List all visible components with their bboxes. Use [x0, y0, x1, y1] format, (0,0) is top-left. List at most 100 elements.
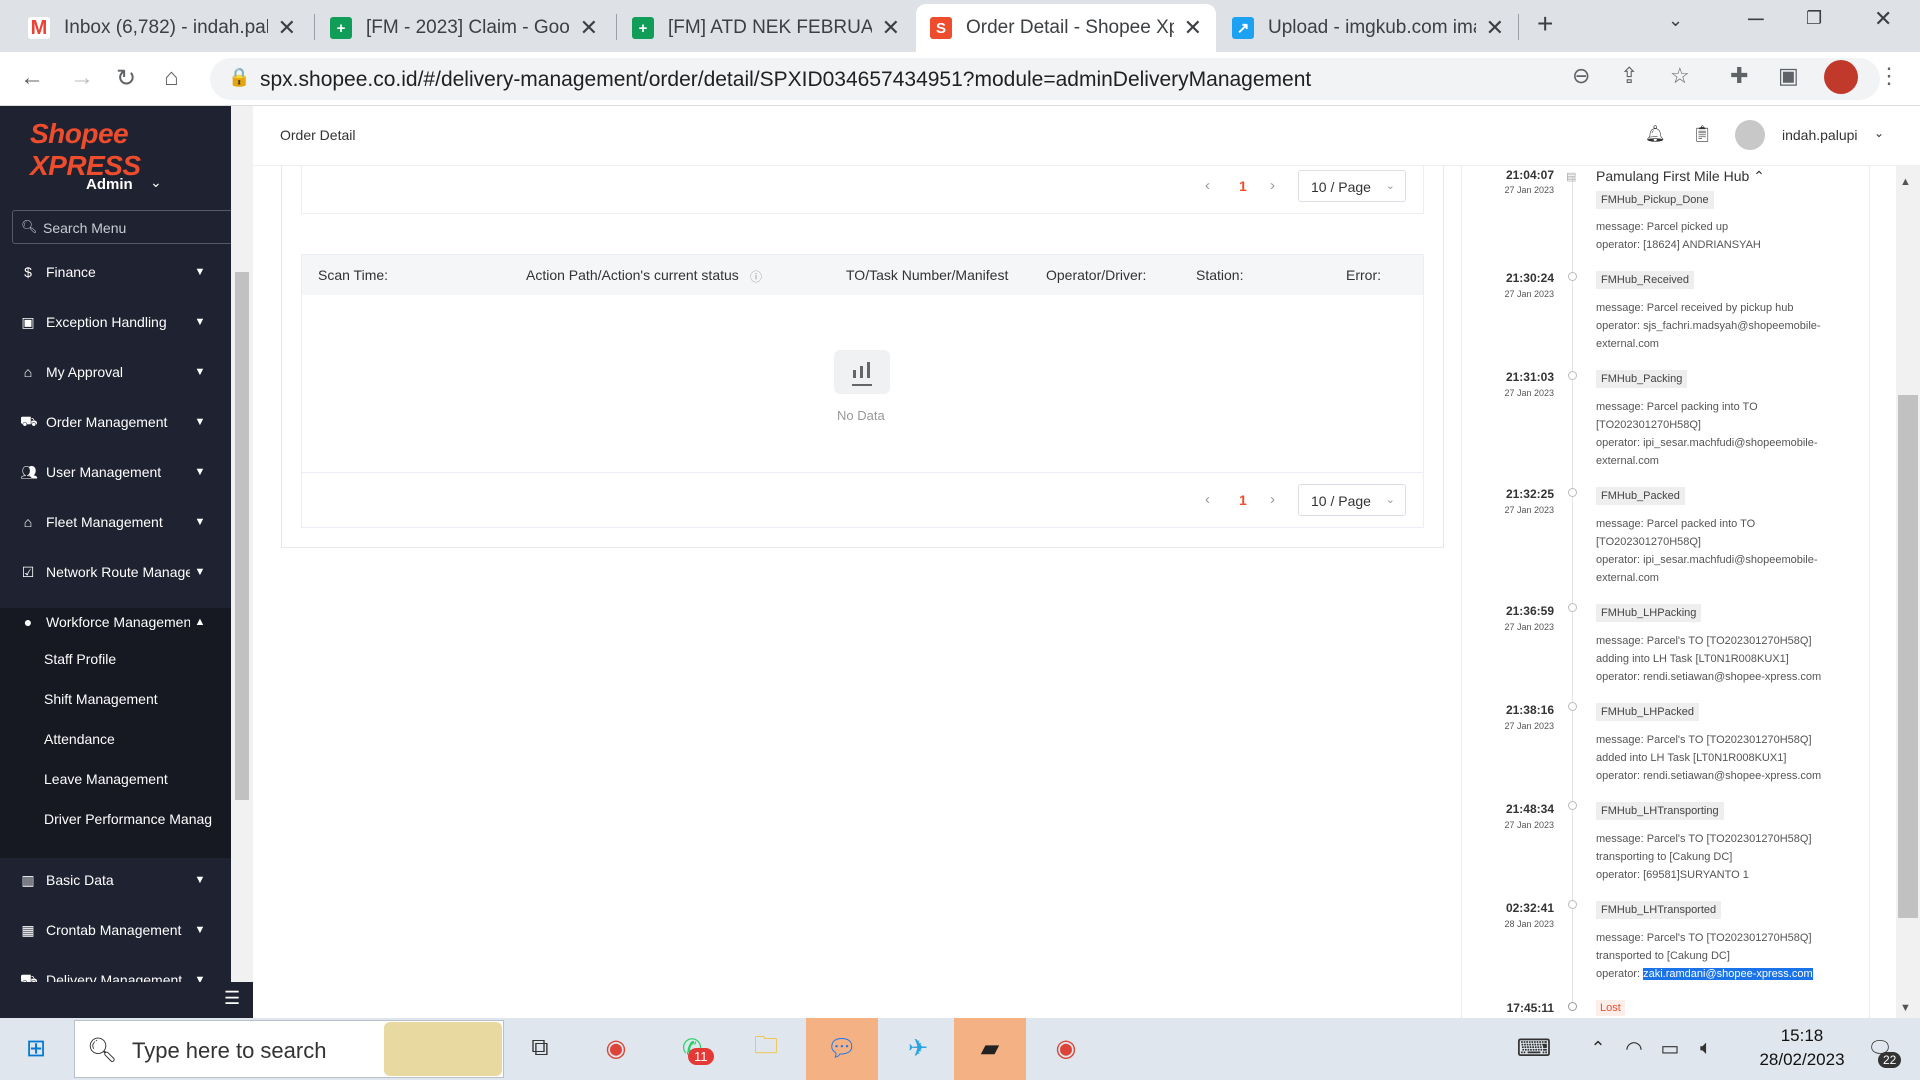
timeline-dot	[1568, 702, 1577, 711]
chart-icon: ▥	[21, 871, 35, 888]
app-header	[253, 106, 1920, 166]
sidebar-collapse[interactable]: ☰	[0, 982, 253, 1018]
sidebar-item-order-management[interactable]: ⛟ Order Management ▼	[0, 402, 220, 442]
sidebar-item-finance[interactable]: $ Finance ▼	[0, 252, 220, 292]
submenu-attendance[interactable]: Attendance	[44, 731, 115, 747]
share-icon[interactable]: ⇪	[1620, 63, 1638, 89]
chevron-down-icon: ▼	[194, 366, 206, 378]
chevron-down-icon[interactable]: ⌄	[150, 174, 162, 191]
forward-icon[interactable]: →	[70, 64, 94, 92]
username[interactable]: indah.palupi	[1782, 127, 1858, 143]
taskbar-clock[interactable]: 15:18 28/02/2023	[1742, 1024, 1862, 1072]
submenu-staff-profile[interactable]: Staff Profile	[44, 651, 116, 667]
sidebar-item-my-approval[interactable]: ⌂ My Approval ▼	[0, 352, 220, 392]
tab-search-chevron-icon[interactable]: ⌄	[1668, 10, 1683, 31]
event-date: 27 Jan 2023	[1504, 622, 1554, 632]
collapse-menu-icon[interactable]: ☰	[224, 988, 240, 1009]
next-page-icon[interactable]: ›	[1270, 491, 1275, 508]
scroll-up-icon[interactable]: ▲	[1900, 176, 1911, 188]
event-time: 21:36:59	[1505, 604, 1554, 618]
sidebar: Shopee XPRESS Admin ⌄ 🔍︎ Search Menu $ Fi…	[0, 106, 231, 1018]
current-page[interactable]: 1	[1239, 178, 1247, 194]
back-icon[interactable]: ←	[20, 64, 44, 92]
lock-icon[interactable]: 🔒	[228, 67, 250, 88]
prev-page-icon[interactable]: ‹	[1205, 177, 1210, 194]
tab-gmail[interactable]: M Inbox (6,782) - indah.palupi ✕	[14, 4, 310, 52]
column-task-number: TO/Task Number/Manifest	[846, 267, 1009, 283]
home-icon[interactable]: ⌂	[164, 64, 179, 92]
timeline-dot	[1568, 801, 1577, 810]
page-scrollbar-thumb[interactable]	[1898, 395, 1918, 918]
prev-page-icon[interactable]: ‹	[1205, 491, 1210, 508]
telegram-icon[interactable]: ✈	[898, 1028, 938, 1068]
current-page[interactable]: 1	[1239, 492, 1247, 508]
whatsapp-badge: 11	[688, 1048, 714, 1065]
close-icon[interactable]: ✕	[278, 15, 296, 41]
sidebar-scrollbar-thumb[interactable]	[235, 272, 249, 800]
sidebar-item-network-route[interactable]: ☑Network Route Management▼	[0, 552, 220, 592]
event-message: message: Parcel picked up operator: [1862…	[1596, 221, 1761, 251]
selected-operator-text[interactable]: zaki.ramdani@shopee-xpress.com	[1643, 968, 1813, 980]
reload-icon[interactable]: ↻	[116, 64, 136, 93]
help-icon[interactable]: ⓘ	[750, 268, 762, 285]
role-selector[interactable]: Admin	[86, 176, 133, 193]
task-view-icon[interactable]: ⧉	[520, 1028, 560, 1068]
users-icon: 👥︎	[20, 463, 38, 480]
submenu-shift-management[interactable]: Shift Management	[44, 691, 158, 707]
restore-icon[interactable]: ❐	[1806, 8, 1822, 29]
page-size-select[interactable]: 10 / Page ⌄	[1298, 170, 1406, 202]
profile-avatar[interactable]	[1824, 60, 1858, 94]
bookmark-star-icon[interactable]: ☆	[1670, 63, 1690, 89]
volume-icon[interactable]: 🔈︎	[1686, 1028, 1726, 1068]
messenger-icon[interactable]: 💬︎	[822, 1028, 862, 1068]
sidebar-item-basic-data[interactable]: ▥ Basic Data ▼	[0, 860, 220, 900]
scroll-down-icon[interactable]: ▼	[1900, 1002, 1911, 1014]
clipboard-icon[interactable]: 📋︎	[1692, 124, 1712, 144]
tab-atd-sheet[interactable]: + [FM] ATD NEK FEBRUARY ✕	[618, 4, 914, 52]
submenu-driver-performance[interactable]: Driver Performance Management	[44, 811, 212, 827]
chrome-icon[interactable]: ◉	[596, 1028, 636, 1068]
sticky-notes-icon[interactable]: ▰	[970, 1028, 1010, 1068]
exception-icon: ▣	[21, 313, 35, 330]
windows-start-icon[interactable]: ⊞	[16, 1028, 56, 1068]
new-tab-icon[interactable]: +	[1537, 8, 1553, 40]
next-page-icon[interactable]: ›	[1270, 177, 1275, 194]
close-icon[interactable]: ✕	[882, 15, 900, 41]
table-divider	[302, 472, 1423, 473]
hub-title[interactable]: Pamulang First Mile Hub ⌃	[1596, 168, 1765, 185]
close-icon[interactable]: ✕	[1486, 15, 1504, 41]
chevron-down-icon: ▼	[194, 266, 206, 278]
tab-imgkub[interactable]: ↗ Upload - imgkub.com image ✕	[1218, 4, 1518, 52]
submenu-leave-management[interactable]: Leave Management	[44, 771, 168, 787]
sidebar-item-crontab[interactable]: ▦ Crontab Management ▼	[0, 910, 220, 950]
sidebar-item-workforce[interactable]: ● Workforce Management ▲	[0, 602, 220, 642]
window-close-icon[interactable]: ✕	[1874, 6, 1892, 32]
chevron-down-icon[interactable]: ⌄	[1874, 126, 1884, 140]
page-size-select[interactable]: 10 / Page ⌄	[1298, 484, 1406, 516]
chrome-menu-icon[interactable]: ⋮	[1878, 63, 1900, 89]
zoom-out-icon[interactable]: ⊖	[1572, 63, 1590, 89]
sidebar-item-fleet-management[interactable]: ⌂ Fleet Management ▼	[0, 502, 220, 542]
close-icon[interactable]: ✕	[1184, 15, 1202, 41]
battery-icon[interactable]: ▭	[1650, 1028, 1690, 1068]
chevron-up-icon[interactable]: ⌃	[1578, 1028, 1618, 1068]
chevron-down-icon: ⌄	[1385, 494, 1395, 506]
avatar[interactable]	[1735, 120, 1765, 150]
tab-claim-sheet[interactable]: + [FM - 2023] Claim - Google ✕	[316, 4, 612, 52]
bell-icon[interactable]: 🔔︎	[1645, 124, 1665, 144]
url-text[interactable]: spx.shopee.co.id/#/delivery-management/o…	[260, 68, 1311, 92]
tab-order-detail[interactable]: S Order Detail - Shopee Xpress ✕	[916, 4, 1216, 52]
sidebar-item-user-management[interactable]: 👥︎ User Management ▼	[0, 452, 220, 492]
search-icon: 🔍︎	[86, 1036, 118, 1064]
shopee-icon: S	[930, 17, 952, 39]
extensions-icon[interactable]: ✚	[1730, 63, 1748, 89]
wifi-icon[interactable]: ◠	[1614, 1028, 1654, 1068]
minimize-icon[interactable]: ─	[1748, 6, 1764, 32]
file-explorer-icon[interactable]: 🗀	[746, 1028, 786, 1068]
keyboard-icon[interactable]: ⌨	[1514, 1028, 1554, 1068]
side-panel-icon[interactable]: ▣	[1778, 63, 1799, 89]
close-icon[interactable]: ✕	[580, 15, 598, 41]
approval-icon: ⌂	[23, 364, 33, 380]
chrome-profile-icon[interactable]: ◉	[1046, 1028, 1086, 1068]
sidebar-item-exception-handling[interactable]: ▣ Exception Handling ▼	[0, 302, 220, 342]
